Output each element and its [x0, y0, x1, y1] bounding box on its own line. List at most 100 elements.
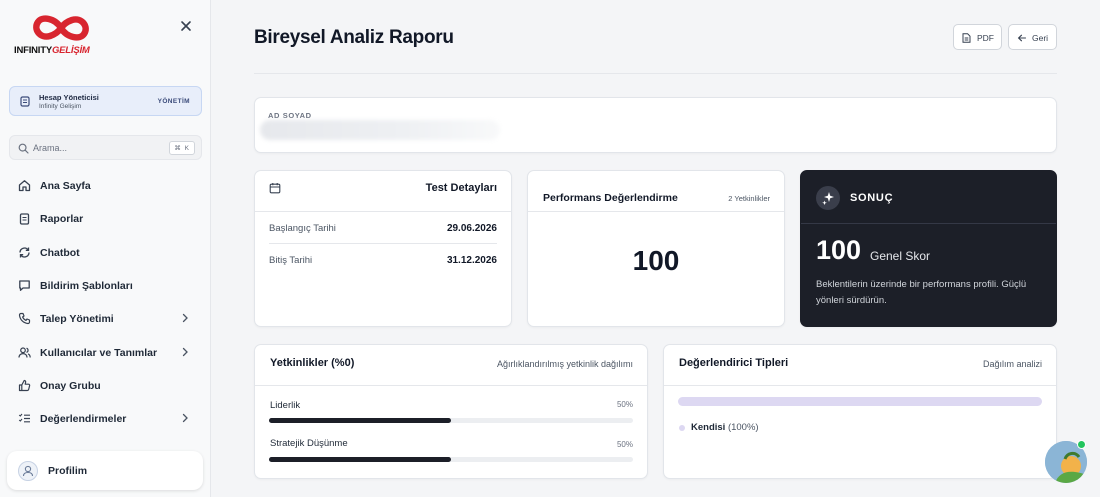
- end-date-value: 31.12.2026: [446, 255, 497, 266]
- name-label: AD SOYAD: [268, 111, 312, 120]
- message-icon: [19, 280, 30, 291]
- competency-bar-track: [269, 418, 633, 423]
- performance-subtitle: 2 Yetkinlikler: [728, 194, 770, 203]
- avatar: [18, 461, 38, 481]
- infinity-logo-icon: [33, 15, 89, 41]
- refresh-icon: [19, 247, 30, 258]
- test-details-card: Test Detayları Başlangıç Tarihi 29.06.20…: [254, 170, 512, 327]
- pdf-button[interactable]: PDF: [953, 24, 1002, 50]
- result-divider: [801, 223, 1056, 224]
- test-details-header: Test Detayları: [255, 171, 511, 212]
- sidebar-item-degerlendirmeler[interactable]: Değerlendirmeler: [9, 405, 202, 433]
- back-button[interactable]: Geri: [1008, 24, 1057, 50]
- building-icon: [20, 96, 30, 107]
- search-input[interactable]: Arama... ⌘ K: [9, 135, 202, 160]
- profile-button[interactable]: Profilim: [7, 451, 203, 490]
- page-title: Bireysel Analiz Raporu: [254, 27, 454, 48]
- search-shortcut-badge: ⌘ K: [169, 141, 195, 155]
- result-description: Beklentilerin üzerinde bir performans pr…: [816, 279, 1027, 306]
- start-date-label: Başlangıç Tarihi: [269, 223, 336, 234]
- account-subtitle: Infinity Gelişim: [39, 103, 82, 110]
- close-sidebar-button[interactable]: [180, 20, 194, 34]
- account-role-badge: YÖNETİM: [157, 98, 190, 105]
- detail-row-start: Başlangıç Tarihi 29.06.2026: [269, 212, 497, 244]
- user-icon: [22, 465, 34, 477]
- sidebar-item-raporlar[interactable]: Raporlar: [9, 205, 202, 233]
- sidebar-item-ana-sayfa[interactable]: Ana Sayfa: [9, 172, 202, 200]
- competencies-card: Yetkinlikler (%0) Ağırlıklandırılmış yet…: [254, 344, 648, 479]
- result-score-label: Genel Skor: [870, 249, 931, 263]
- logo-text-infinity: INFINITY: [14, 45, 52, 56]
- competency-bar-track: [269, 457, 633, 462]
- arrow-left-icon: [1017, 34, 1027, 42]
- sidebar-item-kullanicilar[interactable]: Kullanıcılar ve Tanımlar: [9, 339, 202, 367]
- evaluator-percent: (100%): [727, 422, 759, 433]
- evaluators-title: Değerlendirici Tipleri: [679, 357, 789, 369]
- evaluators-header: Değerlendirici Tipleri Dağılım analizi: [664, 345, 1056, 386]
- detail-row-end: Bitiş Tarihi 31.12.2026: [269, 244, 497, 276]
- close-icon: [181, 21, 191, 31]
- competency-bar-fill: [269, 457, 451, 462]
- evaluator-name: Kendisi: [691, 422, 726, 433]
- competencies-subtitle: Ağırlıklandırılmış yetkinlik dağılımı: [496, 359, 633, 369]
- chevron-right-icon: [182, 413, 188, 423]
- redacted-name: [260, 120, 500, 140]
- header-divider: [254, 73, 1057, 74]
- sidebar-item-label: Raporlar: [40, 213, 84, 225]
- sidebar-item-label: Talep Yönetimi: [40, 313, 114, 325]
- competencies-title: Yetkinlikler (%0): [270, 357, 355, 369]
- sidebar-item-chatbot[interactable]: Chatbot: [9, 239, 202, 267]
- evaluator-legend-label: Kendisi (100%): [691, 422, 759, 433]
- competency-name: Liderlik: [270, 400, 301, 411]
- test-details-title: Test Detayları: [425, 182, 497, 194]
- sidebar-item-label: Ana Sayfa: [40, 180, 91, 192]
- clipboard-icon: [19, 213, 30, 225]
- calendar-icon: [269, 183, 281, 194]
- phone-icon: [18, 312, 31, 325]
- evaluators-subtitle: Dağılım analizi: [982, 359, 1042, 369]
- brand-logo[interactable]: INFINITYGELİŞİM: [14, 12, 108, 58]
- result-title: SONUÇ: [850, 192, 894, 204]
- list-check-icon: [18, 413, 30, 423]
- competency-bar-fill: [269, 418, 451, 423]
- performance-value: 100: [632, 245, 680, 276]
- sparkle-icon-badge: [816, 186, 840, 210]
- file-icon: [962, 33, 971, 43]
- start-date-value: 29.06.2026: [446, 223, 497, 234]
- performance-title: Performans Değerlendirme: [543, 192, 678, 204]
- sparkle-icon: [822, 192, 834, 206]
- sidebar-item-label: Değerlendirmeler: [40, 413, 127, 425]
- account-title: Hesap Yöneticisi: [39, 93, 99, 102]
- sidebar-item-label: Onay Grubu: [40, 380, 101, 392]
- chevron-right-icon: [182, 347, 188, 357]
- sidebar-item-label: Chatbot: [40, 247, 80, 259]
- evaluators-card: Değerlendirici Tipleri Dağılım analizi K…: [663, 344, 1057, 479]
- profile-label: Profilim: [48, 465, 88, 477]
- logo-text-gelisim: GELİŞİM: [51, 45, 90, 56]
- performance-card: Performans Değerlendirme 2 Yetkinlikler …: [527, 170, 785, 327]
- sidebar-item-label: Kullanıcılar ve Tanımlar: [40, 347, 158, 359]
- sidebar-item-onay-grubu[interactable]: Onay Grubu: [9, 372, 202, 400]
- sidebar: INFINITYGELİŞİM Hesap Yöneticisi Infinit…: [0, 0, 211, 497]
- competency-percent: 50%: [616, 400, 633, 409]
- competencies-header: Yetkinlikler (%0) Ağırlıklandırılmış yet…: [255, 345, 647, 386]
- result-card: SONUÇ 100 Genel Skor Beklentilerin üzeri…: [800, 170, 1057, 327]
- sidebar-item-label: Bildirim Şablonları: [40, 280, 133, 292]
- back-button-label: Geri: [1032, 33, 1049, 43]
- search-placeholder: Arama...: [33, 143, 68, 153]
- chevron-right-icon: [182, 313, 188, 323]
- result-score: 100: [816, 235, 862, 265]
- thumbs-up-icon: [18, 379, 31, 392]
- competency-name: Stratejik Düşünme: [270, 438, 348, 449]
- search-icon: [18, 143, 29, 154]
- competency-percent: 50%: [616, 440, 633, 449]
- pdf-button-label: PDF: [977, 33, 994, 43]
- account-switcher[interactable]: Hesap Yöneticisi Infinity Gelişim YÖNETİ…: [9, 86, 202, 116]
- sidebar-item-talep-yonetimi[interactable]: Talep Yönetimi: [9, 305, 202, 333]
- sidebar-item-bildirim-sablonlari[interactable]: Bildirim Şablonları: [9, 272, 202, 300]
- performance-header: Performans Değerlendirme 2 Yetkinlikler: [528, 171, 784, 212]
- home-icon: [18, 180, 31, 192]
- online-status-dot: [1077, 440, 1086, 449]
- name-card: AD SOYAD: [254, 97, 1057, 153]
- users-icon: [18, 347, 31, 358]
